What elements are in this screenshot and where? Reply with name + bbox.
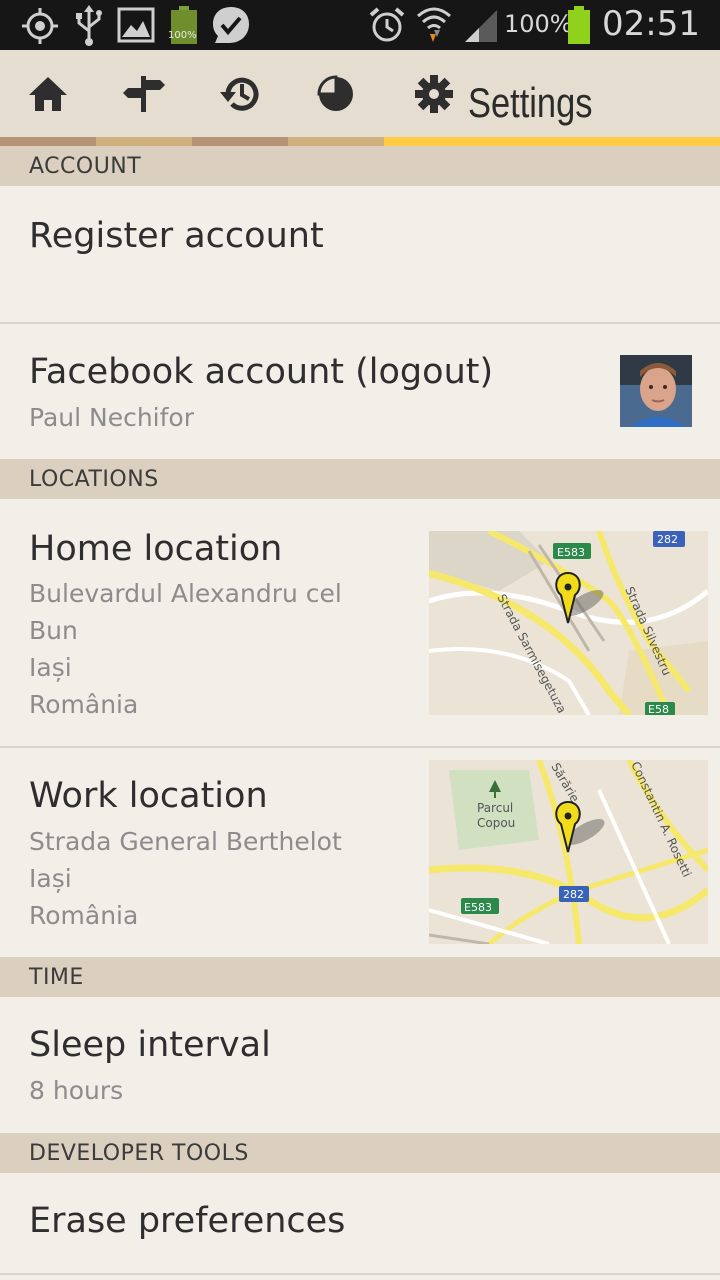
tab-strip-signpost [96,137,192,146]
section-header-locations: LOCATIONS [0,459,720,499]
avatar [620,355,692,427]
sleep-interval-title: Sleep interval [29,1025,271,1065]
home-location-map[interactable]: E583 282 Strada Sarmisegetuza Strada Sil… [429,531,708,715]
erase-preferences-title: Erase preferences [29,1201,346,1241]
facebook-account-item[interactable]: Facebook account (logout) Paul Nechifor [0,324,720,459]
battery-icon [566,6,592,44]
home-location-line-3: Iași [29,653,72,682]
gear-icon [415,74,453,113]
tab-strip-statistics [288,137,384,146]
tab-strip-settings-active [384,137,720,146]
divider [0,1273,720,1275]
register-account-title: Register account [29,216,324,256]
work-location-line-1: Strada General Berthelot [29,827,342,856]
alarm-icon [369,7,405,42]
work-location-map[interactable]: Parcul Copou Sărărie Constantin A. Roset… [429,760,708,944]
signal-icon [465,10,497,42]
signpost-icon [123,75,165,112]
gallery-icon [117,7,155,43]
home-location-title: Home location [29,529,283,569]
erase-preferences-item[interactable]: Erase preferences [0,1173,720,1273]
battery-percent: 100% [504,10,573,38]
page-title: Settings [468,79,593,126]
tab-strip-history [192,137,288,146]
map-label: E583 [464,901,492,914]
home-location-line-1: Bulevardul Alexandru cel [29,579,342,608]
battery-small-icon: 100% [168,6,199,44]
home-location-line-4: România [29,690,139,719]
register-account-item[interactable]: Register account [0,186,720,322]
gps-icon [22,8,58,44]
history-icon [220,77,259,111]
sleep-interval-value: 8 hours [29,1076,124,1105]
action-bar [0,50,720,137]
home-location-line-2: Bun [29,616,78,645]
wifi-icon [417,7,451,42]
work-location-line-3: România [29,901,139,930]
clock: 02:51 [602,4,700,44]
tab-home[interactable] [0,50,96,137]
usb-icon [76,5,102,46]
battery-small-label: 100% [168,30,197,41]
work-location-line-2: Iași [29,864,72,893]
facebook-account-title: Facebook account (logout) [29,352,494,392]
tab-history[interactable] [192,50,288,137]
tab-statistics[interactable] [288,50,384,137]
map-label: Copou [477,816,515,830]
section-header-time: TIME [0,957,720,997]
map-label: 282 [657,533,678,546]
work-location-title: Work location [29,776,268,816]
tab-strip-home [0,137,96,146]
map-label: Parcul [477,801,513,815]
facebook-account-name: Paul Nechifor [29,403,195,432]
pie-chart-icon [317,74,353,111]
section-header-developer-tools: DEVELOPER TOOLS [0,1133,720,1173]
section-header-account: ACCOUNT [0,146,720,186]
home-icon [29,76,67,111]
check-bubble-icon [213,7,249,43]
map-label: 282 [563,888,584,901]
tab-signpost[interactable] [96,50,192,137]
map-label: E58 [648,703,669,715]
map-label: E583 [557,546,585,559]
sleep-interval-item[interactable]: Sleep interval 8 hours [0,997,720,1133]
status-bar: 100% 100% 02:51 [0,0,720,50]
